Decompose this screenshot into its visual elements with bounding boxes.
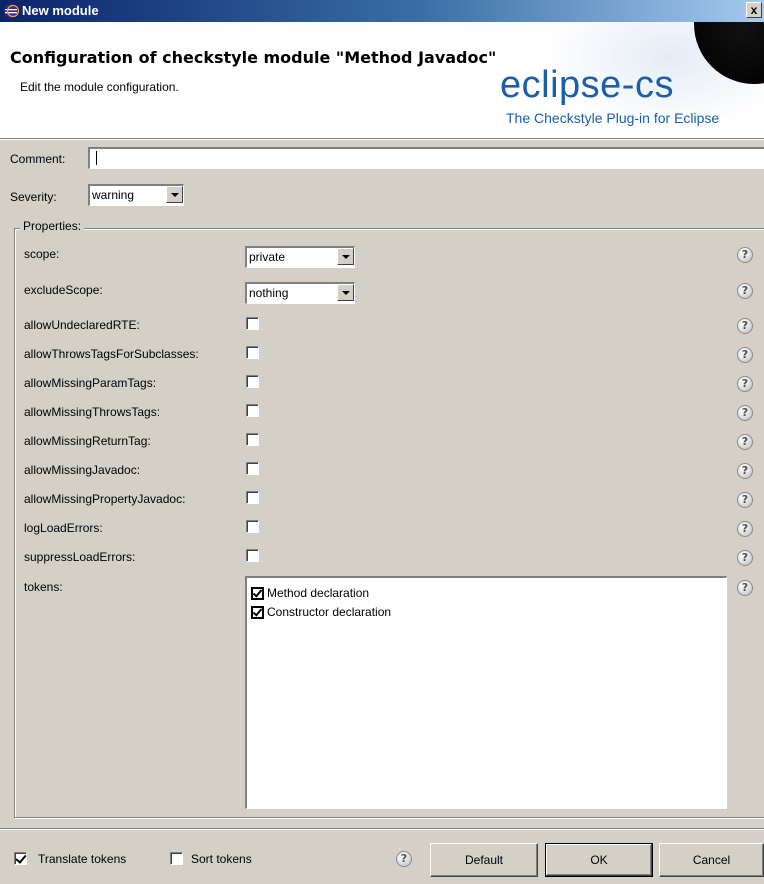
- severity-value: warning: [92, 188, 135, 202]
- dialog-heading: Configuration of checkstyle module "Meth…: [10, 48, 497, 67]
- footer-separator: [0, 828, 764, 830]
- allowmissingreturntag-checkbox[interactable]: [246, 433, 259, 446]
- help-icon[interactable]: ?: [737, 434, 753, 450]
- severity-select[interactable]: warning: [88, 184, 184, 206]
- help-icon[interactable]: ?: [737, 521, 753, 537]
- ok-button[interactable]: OK: [545, 843, 653, 877]
- property-label-suppressloaderrors: suppressLoadErrors:: [24, 550, 136, 564]
- token-label: Method declaration: [267, 586, 370, 600]
- scope-value: private: [249, 250, 286, 264]
- property-label-allowmissingpropertyjavadoc: allowMissingPropertyJavadoc:: [24, 492, 186, 506]
- close-button[interactable]: x: [746, 2, 762, 18]
- property-label-excludescope: excludeScope:: [24, 283, 103, 297]
- sort-tokens-label: Sort tokens: [191, 852, 252, 866]
- allowmissingthrowstags-checkbox[interactable]: [246, 404, 259, 417]
- sort-tokens-checkbox[interactable]: [170, 852, 183, 865]
- excludescope-value: nothing: [249, 286, 289, 300]
- property-label-allowmissingjavadoc: allowMissingJavadoc:: [24, 463, 141, 477]
- token-label: Constructor declaration: [267, 605, 392, 619]
- allowmissingparamtags-checkbox[interactable]: [246, 375, 259, 388]
- header-separator: [0, 138, 764, 140]
- help-icon[interactable]: ?: [396, 851, 412, 867]
- excludescope-select[interactable]: nothing: [245, 282, 355, 304]
- allowthrowstagsforsubclasses-checkbox[interactable]: [246, 346, 259, 359]
- logo-tagline: The Checkstyle Plug-in for Eclipse: [506, 110, 720, 126]
- help-icon[interactable]: ?: [737, 550, 753, 566]
- translate-tokens-label: Translate tokens: [38, 852, 127, 866]
- token-checkbox[interactable]: [251, 587, 264, 600]
- eclipse-app-icon: [4, 4, 19, 18]
- property-label-allowmissingparamtags: allowMissingParamTags:: [24, 376, 157, 390]
- help-icon[interactable]: ?: [737, 492, 753, 508]
- default-button[interactable]: Default: [430, 843, 538, 877]
- property-label-allowundeclaredrte: allowUndeclaredRTE:: [24, 318, 140, 332]
- property-label-allowmissingthrowstags: allowMissingThrowsTags:: [24, 405, 161, 419]
- dialog-header: Configuration of checkstyle module "Meth…: [0, 22, 764, 138]
- property-label-scope: scope:: [24, 247, 60, 261]
- help-icon[interactable]: ?: [737, 463, 753, 479]
- chevron-down-icon[interactable]: [337, 248, 354, 265]
- logloaderrors-checkbox[interactable]: [246, 520, 259, 533]
- help-icon[interactable]: ?: [737, 347, 753, 363]
- allowundeclaredrte-checkbox[interactable]: [246, 317, 259, 330]
- property-label-allowthrowstagsforsubclasses: allowThrowsTagsForSubclasses:: [24, 347, 199, 361]
- property-label-logloaderrors: logLoadErrors:: [24, 521, 103, 535]
- help-icon[interactable]: ?: [737, 318, 753, 334]
- title-bar: New module x: [0, 0, 764, 22]
- allowmissingjavadoc-checkbox[interactable]: [246, 462, 259, 475]
- property-label-tokens: tokens:: [24, 580, 63, 594]
- suppressloaderrors-checkbox[interactable]: [246, 549, 259, 562]
- scope-select[interactable]: private: [245, 246, 355, 268]
- help-icon[interactable]: ?: [737, 580, 753, 596]
- chevron-down-icon[interactable]: [166, 186, 183, 203]
- comment-label: Comment:: [10, 152, 66, 166]
- eclipse-cs-logo: eclipse-cs: [500, 64, 674, 106]
- window-title: New module: [22, 3, 99, 18]
- tokens-list[interactable]: Method declaration Constructor declarati…: [245, 576, 727, 809]
- properties-group-label: Properties:: [20, 219, 85, 233]
- severity-label: Severity:: [10, 190, 57, 204]
- translate-tokens-checkbox[interactable]: [14, 852, 27, 865]
- help-icon[interactable]: ?: [737, 376, 753, 392]
- help-icon[interactable]: ?: [737, 283, 753, 299]
- allowmissingpropertyjavadoc-checkbox[interactable]: [246, 491, 259, 504]
- chevron-down-icon[interactable]: [337, 284, 354, 301]
- property-label-allowmissingreturntag: allowMissingReturnTag:: [24, 434, 151, 448]
- help-icon[interactable]: ?: [737, 405, 753, 421]
- text-caret: [96, 151, 97, 165]
- comment-input[interactable]: [88, 147, 764, 169]
- cancel-button[interactable]: Cancel: [659, 843, 764, 877]
- token-checkbox[interactable]: [251, 606, 264, 619]
- help-icon[interactable]: ?: [737, 247, 753, 263]
- dialog-subtitle: Edit the module configuration.: [20, 80, 179, 94]
